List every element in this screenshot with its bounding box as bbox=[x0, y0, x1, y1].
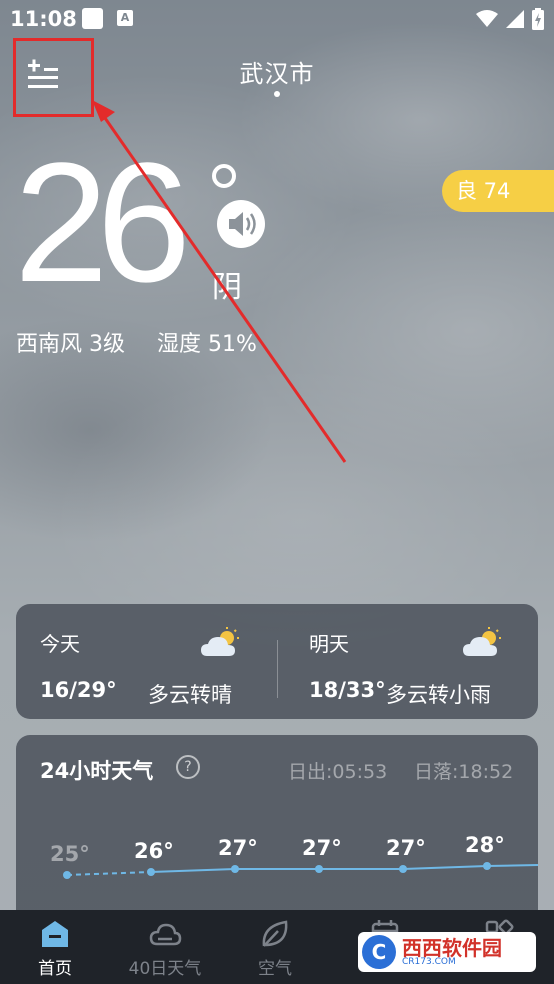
aqi-badge[interactable]: 良 74 bbox=[442, 170, 554, 212]
tomorrow-temps: 18/33° bbox=[309, 678, 386, 702]
watermark: C 西西软件园 CR173.COM bbox=[358, 932, 536, 972]
voice-broadcast-button[interactable] bbox=[215, 198, 267, 250]
nav-home[interactable]: 首页 bbox=[0, 910, 110, 984]
degree-icon bbox=[212, 164, 236, 188]
cloud-icon bbox=[149, 923, 182, 946]
wind-text: 西南风 3级 bbox=[16, 332, 125, 357]
temperature-point bbox=[399, 865, 407, 873]
sunset-text: 日落:18:52 bbox=[414, 761, 514, 783]
temperature-label: 27° bbox=[218, 836, 258, 860]
daily-forecast-card[interactable]: 今天 16/29° 多云转晴 明天 18/33° 多云转小雨 bbox=[16, 604, 538, 719]
wifi-icon bbox=[476, 10, 498, 27]
sunrise-text: 日出:05:53 bbox=[288, 761, 388, 783]
tomorrow-label: 明天 bbox=[309, 632, 349, 656]
today-desc: 多云转晴 bbox=[148, 683, 232, 707]
temperature-point bbox=[483, 862, 491, 870]
today-label: 今天 bbox=[40, 632, 80, 656]
temperature-label: 27° bbox=[386, 836, 426, 860]
hourly-title: 24小时天气 bbox=[40, 759, 154, 783]
temperature-label: 25° bbox=[50, 842, 90, 866]
nav-40day[interactable]: 40日天气 bbox=[110, 910, 220, 984]
temperature-point bbox=[231, 865, 239, 873]
temperature-label: 28° bbox=[465, 833, 505, 857]
partly-cloudy-icon bbox=[201, 627, 239, 656]
temperature-label: 26° bbox=[134, 839, 174, 863]
temperature-point bbox=[147, 868, 155, 876]
page-indicator-dot bbox=[274, 91, 280, 97]
watermark-main-text: 西西软件园 bbox=[402, 935, 502, 960]
temperature-point bbox=[315, 865, 323, 873]
city-name[interactable]: 武汉市 bbox=[0, 54, 554, 89]
nav-home-label: 首页 bbox=[38, 959, 72, 979]
signal-icon bbox=[506, 10, 524, 28]
temperature-line bbox=[150, 864, 538, 873]
status-time: 11:08 bbox=[10, 7, 77, 31]
nav-air[interactable]: 空气 bbox=[220, 910, 330, 984]
nav-40day-label: 40日天气 bbox=[128, 959, 202, 979]
partly-cloudy-icon bbox=[463, 627, 501, 656]
temperature-point bbox=[63, 871, 71, 879]
current-temperature: 26 bbox=[14, 128, 191, 318]
nav-air-label: 空气 bbox=[258, 959, 292, 979]
past-temperature-line bbox=[66, 871, 152, 876]
humidity-text: 湿度 51% bbox=[157, 332, 257, 357]
battery-icon bbox=[532, 8, 544, 30]
card-divider bbox=[277, 640, 278, 698]
help-icon[interactable]: ? bbox=[176, 755, 200, 779]
watermark-logo: C bbox=[362, 935, 396, 969]
leaf-icon bbox=[262, 920, 288, 947]
weather-condition: 阴 bbox=[212, 270, 242, 305]
wind-humidity-row: 西南风 3级 湿度 51% bbox=[16, 326, 257, 358]
home-icon bbox=[42, 921, 68, 947]
notification-app-icon: A bbox=[117, 10, 133, 26]
hourly-temperature-chart: 25° 26° 27° 27° 27° 28° bbox=[50, 833, 538, 879]
watermark-sub-text: CR173.COM bbox=[402, 956, 456, 967]
notification-square-icon bbox=[82, 8, 103, 29]
speaker-icon bbox=[217, 200, 265, 248]
today-temps: 16/29° bbox=[40, 678, 117, 702]
status-bar: 11:08 A bbox=[0, 0, 554, 38]
temperature-label: 27° bbox=[302, 836, 342, 860]
tomorrow-desc: 多云转小雨 bbox=[386, 683, 491, 707]
